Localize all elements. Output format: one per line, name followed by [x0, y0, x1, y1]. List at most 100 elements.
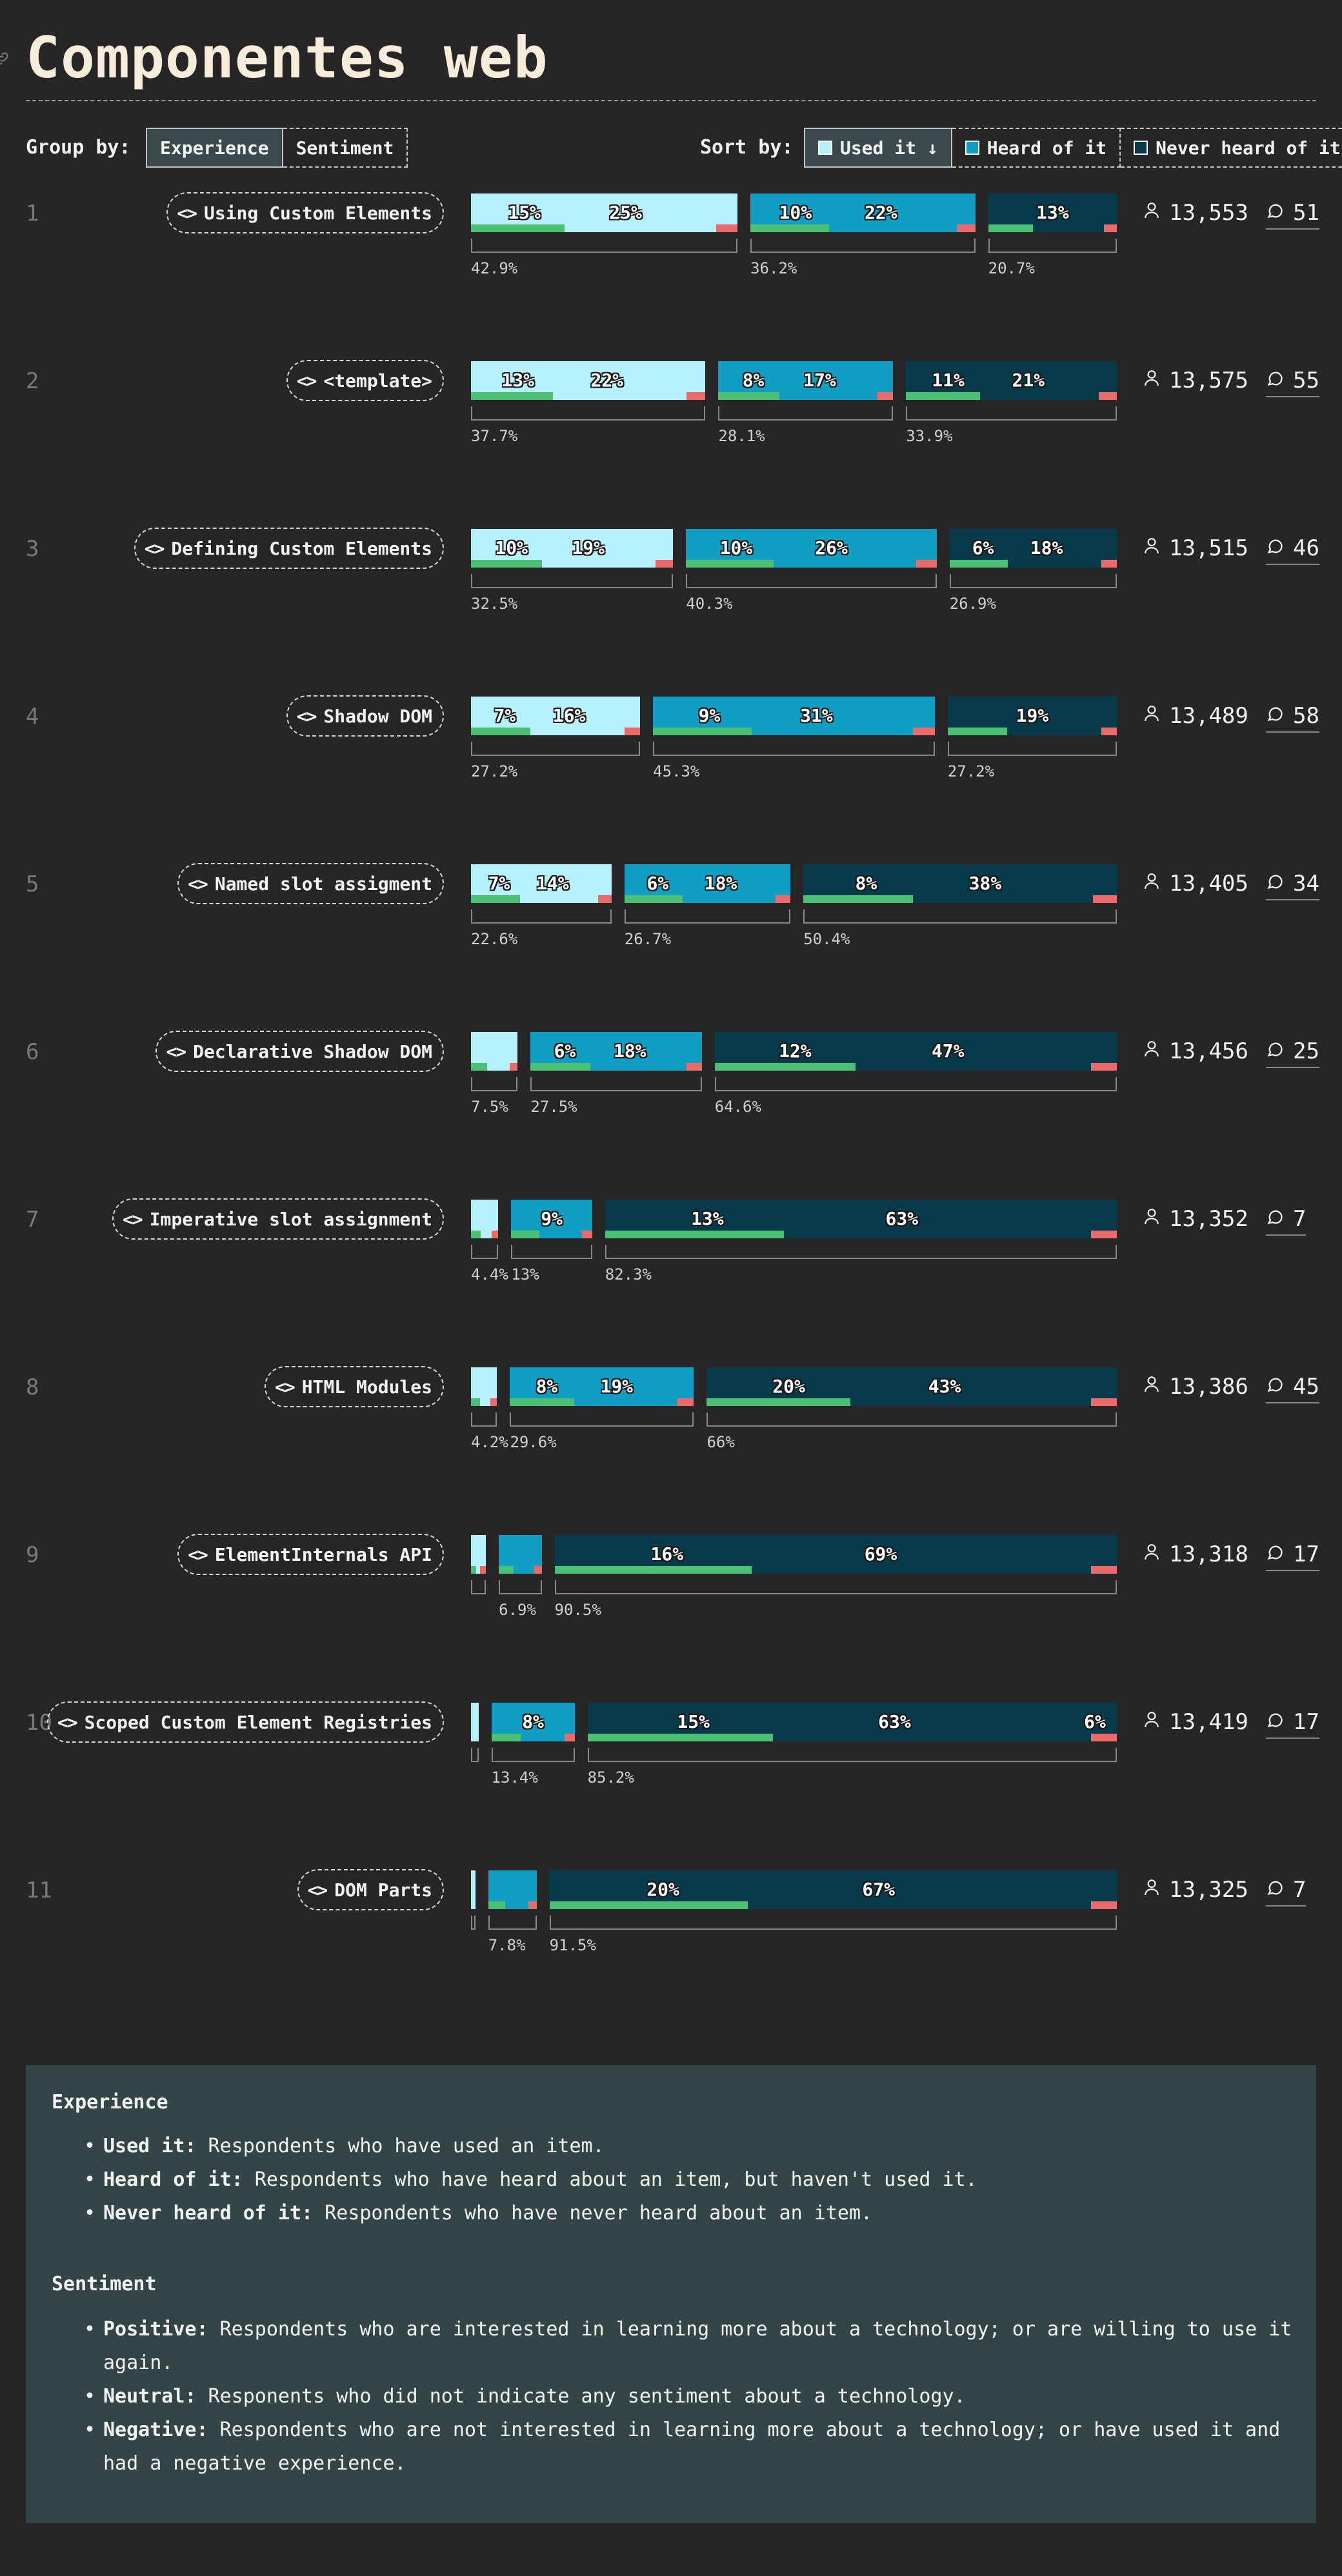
negative-sentiment-bar — [686, 392, 706, 400]
negative-sentiment-bar — [1090, 1566, 1117, 1574]
comments-link[interactable]: 58 — [1266, 703, 1319, 733]
user-icon — [1143, 1038, 1169, 1064]
negative-sentiment-bar — [479, 1566, 486, 1574]
segment-positive-label: 6% — [646, 873, 669, 894]
used-percent-label: 4.2% — [471, 1433, 508, 1451]
feature-name-tag[interactable]: <> Shadow DOM — [286, 695, 444, 737]
used-segment[interactable] — [471, 1032, 518, 1071]
used-bracket — [471, 239, 738, 253]
heard-percent-label: 13% — [511, 1265, 539, 1283]
segment-neutral-label: 14% — [536, 873, 569, 894]
heard-percent-label: 6.9% — [499, 1601, 536, 1619]
used-segment[interactable] — [471, 1703, 479, 1741]
user-icon — [1143, 1709, 1169, 1735]
positive-sentiment-bar — [511, 1231, 540, 1238]
segment-neutral-label: 16% — [552, 705, 586, 726]
feature-name-tag[interactable]: <> DOM Parts — [297, 1869, 444, 1910]
feature-name: Shadow DOM — [323, 705, 432, 727]
segment-neutral-label: 22% — [590, 370, 624, 391]
feature-name-tag[interactable]: <> ElementInternals API — [177, 1534, 444, 1575]
comments-link[interactable]: 51 — [1266, 200, 1319, 230]
feature-name: ElementInternals API — [214, 1543, 432, 1565]
comments-link[interactable]: 25 — [1266, 1038, 1319, 1068]
never-segment[interactable] — [803, 864, 1117, 903]
title-divider — [26, 100, 1316, 101]
feature-name-tag[interactable]: <> Named slot assigment — [177, 863, 444, 904]
negative-sentiment-bar — [510, 1063, 518, 1071]
comments-link[interactable]: 7 — [1266, 1206, 1307, 1236]
comment-bubble-icon — [1266, 368, 1293, 393]
sort-option-used[interactable]: Used it ↓ — [804, 128, 952, 168]
comments-link[interactable]: 45 — [1266, 1374, 1319, 1403]
feature-name-tag[interactable]: <> Declarative Shadow DOM — [155, 1031, 444, 1072]
never-segment[interactable] — [706, 1367, 1117, 1406]
group-by-control: Experience Sentiment — [146, 128, 408, 168]
used-bracket — [471, 1245, 499, 1259]
comments-link[interactable]: 34 — [1266, 871, 1319, 900]
legend-term: Positive: — [103, 2318, 208, 2341]
used-bracket — [471, 1412, 497, 1427]
used-segment[interactable] — [471, 1870, 476, 1909]
feature-name-tag[interactable]: <> Scoped Custom Element Registries — [46, 1701, 444, 1743]
legend-text: Respondents who are not interested in le… — [103, 2419, 1281, 2475]
heard-segment[interactable] — [488, 1870, 537, 1909]
group-option-experience[interactable]: Experience — [146, 128, 283, 168]
group-option-sentiment[interactable]: Sentiment — [283, 128, 408, 168]
negative-sentiment-bar — [686, 1063, 702, 1071]
comments-link[interactable]: 55 — [1266, 368, 1319, 397]
used-segment[interactable] — [471, 1200, 499, 1238]
sort-option-heard[interactable]: Heard of it — [952, 128, 1121, 168]
respondent-count: 13,386 — [1143, 1374, 1248, 1400]
respondent-count: 13,515 — [1143, 535, 1248, 561]
row-rank: 4 — [26, 704, 39, 729]
row-rank: 5 — [26, 871, 39, 897]
heard-segment[interactable] — [653, 697, 935, 735]
never-percent-label: 66% — [706, 1433, 735, 1451]
feature-name-tag[interactable]: <> HTML Modules — [264, 1366, 444, 1407]
never-segment[interactable] — [554, 1535, 1117, 1574]
segment-positive-label: 6% — [972, 537, 994, 559]
heard-percent-label: 13.4% — [491, 1769, 538, 1787]
segment-neutral-label: 17% — [803, 370, 836, 391]
negative-sentiment-bar — [1104, 224, 1117, 232]
row-rank: 7 — [26, 1207, 39, 1233]
feature-name-tag[interactable]: <> Defining Custom Elements — [134, 528, 444, 569]
comments-link[interactable]: 7 — [1266, 1877, 1307, 1907]
used-segment[interactable] — [471, 1535, 486, 1574]
comment-count: 46 — [1293, 535, 1319, 561]
feature-name-tag[interactable]: <> Using Custom Elements — [166, 192, 444, 233]
never-segment[interactable] — [587, 1703, 1117, 1741]
used-bracket — [471, 574, 674, 588]
comments-link[interactable]: 17 — [1266, 1709, 1319, 1739]
segment-neutral-label: 18% — [704, 873, 737, 894]
used-bracket — [471, 1077, 518, 1091]
never-percent-label: 27.2% — [947, 762, 995, 780]
segment-neutral-label: 63% — [885, 1208, 919, 1229]
feature-name-tag[interactable]: <> <template> — [286, 360, 444, 401]
used-bracket — [471, 1748, 479, 1762]
heard-bracket — [624, 909, 791, 924]
comments-link[interactable]: 17 — [1266, 1541, 1319, 1571]
never-segment[interactable] — [605, 1200, 1117, 1238]
sentiment-legend-title: Sentiment — [52, 2273, 157, 2295]
never-segment[interactable] — [549, 1870, 1117, 1909]
used-segment[interactable] — [471, 1367, 497, 1406]
comments-link[interactable]: 46 — [1266, 535, 1319, 565]
respondent-count-value: 13,515 — [1169, 535, 1248, 561]
heard-percent-label: 45.3% — [653, 762, 700, 780]
heard-segment[interactable] — [499, 1535, 542, 1574]
feature-name-tag[interactable]: <> Imperative slot assignment — [112, 1198, 444, 1240]
link-icon[interactable] — [0, 50, 10, 67]
never-segment[interactable] — [714, 1032, 1117, 1071]
sentiment-legend-list: Positive: Respondents who are interested… — [84, 2313, 1297, 2481]
experience-legend-title: Experience — [52, 2091, 168, 2114]
comment-count: 25 — [1293, 1038, 1319, 1064]
segment-positive-label: 9% — [698, 705, 721, 726]
page-title: Componentes web — [26, 25, 548, 91]
negative-sentiment-bar — [491, 1231, 499, 1238]
respondent-count: 13,553 — [1143, 200, 1248, 226]
group-by-label: Group by: — [26, 136, 131, 159]
never-percent-label: 26.9% — [949, 595, 996, 613]
sort-option-never[interactable]: Never heard of it — [1121, 128, 1342, 168]
segment-neutral-label: 19% — [1016, 705, 1049, 726]
